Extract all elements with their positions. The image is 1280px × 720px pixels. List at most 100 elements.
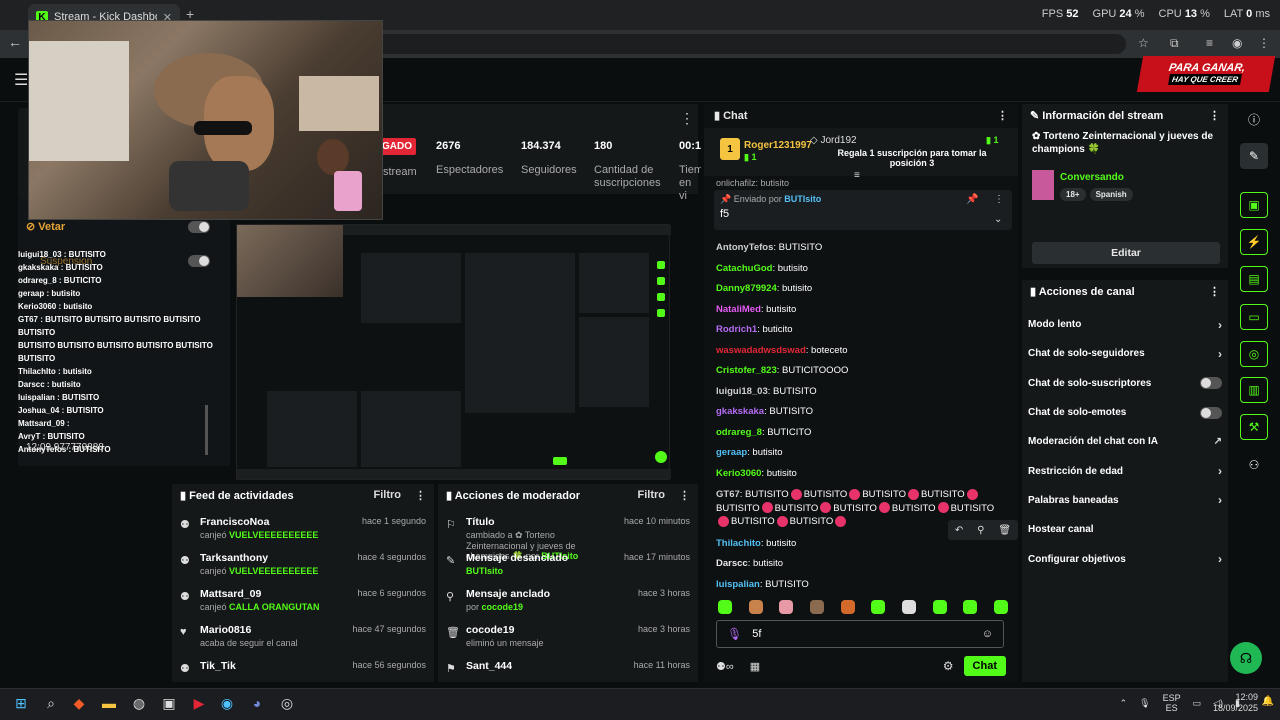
- activity-item[interactable]: ⚉ Mattsard_09 canjeó CALLA ORANGUTAN hace 6…: [172, 588, 434, 624]
- chat-more-icon[interactable]: ⋮: [997, 109, 1008, 122]
- channel-actions-more-icon[interactable]: ⋮: [1209, 285, 1220, 298]
- pin-message-icon[interactable]: ⚲: [977, 525, 984, 536]
- media-icon[interactable]: ≡: [1206, 36, 1213, 50]
- tray-expand-icon[interactable]: ⌃: [1120, 698, 1128, 709]
- app-icon[interactable]: ◎: [278, 694, 296, 712]
- pinned-expand-icon[interactable]: ⌄: [994, 214, 1002, 225]
- activity-item[interactable]: ⚉ Tik_Tik hace 56 segundos: [172, 660, 434, 682]
- delete-icon[interactable]: 🗑: [998, 525, 1011, 536]
- pin-icon[interactable]: 📌: [966, 194, 978, 205]
- top-gifter-2[interactable]: ◇ Jord192: [810, 135, 857, 146]
- emote-shortcut-icon[interactable]: [718, 600, 732, 614]
- notification-icon[interactable]: 🔔: [1262, 696, 1274, 707]
- chat-username[interactable]: waswadadwsdswad: [716, 345, 806, 356]
- activity-item[interactable]: ⚉ FranciscoNoa canjeó VUELVEEEEEEEEEE hace …: [172, 516, 434, 552]
- chat-input-value[interactable]: 5f: [752, 628, 972, 640]
- chat-tool-icon[interactable]: ▭: [1240, 304, 1268, 330]
- chat-message[interactable]: Cristofer_823: BUTICITOOOO: [716, 361, 1006, 382]
- info-icon[interactable]: ⓘ: [1240, 106, 1268, 132]
- wrench-tool-icon[interactable]: ⚒: [1240, 414, 1268, 440]
- chat-message[interactable]: AntonyTefos: BUTISITO: [716, 238, 1006, 259]
- microphone-icon[interactable]: 🎙: [727, 627, 742, 641]
- chat-username[interactable]: GT67: [716, 489, 740, 500]
- mod-action-item[interactable]: ⚑ Sant_444 hace 11 horas: [438, 660, 698, 682]
- chat-message[interactable]: odrareg_8: BUTICITO: [716, 423, 1006, 444]
- chat-message[interactable]: Darscc: butisito: [716, 554, 1006, 575]
- obs-icon[interactable]: ◍: [130, 694, 148, 712]
- chat-message[interactable]: Danny879924: butisito: [716, 279, 1006, 300]
- reply-icon[interactable]: ↶: [955, 525, 963, 536]
- emote-shortcut-icon[interactable]: [748, 600, 763, 614]
- chat-username[interactable]: Thilachito: [716, 538, 761, 549]
- mod-tools-icon[interactable]: ⚉∞: [716, 660, 734, 673]
- channel-action-4[interactable]: Moderación del chat con IA ↗: [1022, 427, 1228, 456]
- chat-message[interactable]: Kerio3060: butisito: [716, 464, 1006, 485]
- channel-action-7[interactable]: Hostear canal: [1022, 515, 1228, 544]
- chat-message[interactable]: NataliMed: butisito: [716, 300, 1006, 321]
- pinned-more-icon[interactable]: ⋮: [994, 194, 1004, 205]
- chat-username[interactable]: CatachuGod: [716, 263, 772, 274]
- chat-message[interactable]: CatachuGod: butisito: [716, 259, 1006, 280]
- emote-shortcut-icon[interactable]: [871, 600, 886, 614]
- browser-menu-icon[interactable]: ⋮: [1258, 36, 1270, 50]
- support-headset-button[interactable]: ☊: [1230, 642, 1262, 674]
- veto-toggle[interactable]: [188, 221, 210, 233]
- layout-tool-icon[interactable]: ▥: [1240, 377, 1268, 403]
- toggle-switch[interactable]: [1200, 406, 1222, 419]
- camera-tool-icon[interactable]: ▣: [1240, 192, 1268, 218]
- search-icon[interactable]: ⌕: [42, 694, 60, 712]
- emote-shortcut-icon[interactable]: [932, 600, 947, 614]
- chat-username[interactable]: AntonyTefos: [716, 242, 773, 253]
- extensions-icon[interactable]: ⧉: [1170, 36, 1179, 51]
- chat-settings-icon[interactable]: ⚙: [943, 659, 954, 673]
- send-chat-button[interactable]: Chat: [963, 656, 1006, 676]
- chat-message[interactable]: luispalian: BUTISITO: [716, 575, 1006, 596]
- channel-action-0[interactable]: Modo lento ›: [1022, 310, 1228, 339]
- chat-message[interactable]: waswadadwsdswad: boteceto: [716, 341, 1006, 362]
- chat-username[interactable]: Darscc: [716, 558, 748, 569]
- toggle-switch[interactable]: [1200, 377, 1222, 390]
- language-indicator[interactable]: ESP ES: [1163, 693, 1181, 713]
- bookmark-star-icon[interactable]: ☆: [1138, 36, 1149, 50]
- chat-username[interactable]: odrareg_8: [716, 427, 762, 438]
- mod-action-item[interactable]: ✎ Mensaje desanclado BUTIsito hace 17 minu…: [438, 552, 698, 588]
- chat-username[interactable]: gkakskaka: [716, 406, 764, 417]
- channel-action-3[interactable]: Chat de solo-emotes: [1022, 398, 1228, 427]
- top-gifter-1[interactable]: Roger1231997: [744, 140, 812, 151]
- chat-input[interactable]: 🎙 5f ☺: [716, 620, 1004, 648]
- overlay-scrollbar[interactable]: [205, 405, 208, 455]
- stream-info-more-icon[interactable]: ⋮: [1209, 109, 1220, 122]
- emote-shortcut-icon[interactable]: [779, 600, 794, 614]
- chat-username[interactable]: luispalian: [716, 579, 760, 590]
- mod-more-icon[interactable]: ⋮: [679, 489, 690, 502]
- edit-pencil-icon[interactable]: ✎: [1240, 143, 1268, 169]
- activity-item[interactable]: ♥ Mario0816 acaba de seguir el canal hace …: [172, 624, 434, 660]
- chrome-icon[interactable]: ◉: [218, 694, 236, 712]
- video-app-icon[interactable]: ▶: [190, 694, 208, 712]
- activity-filter-button[interactable]: Filtro: [374, 489, 402, 502]
- back-arrow-icon[interactable]: ←: [8, 34, 22, 50]
- profile-icon[interactable]: ◉: [1232, 36, 1242, 50]
- activity-item[interactable]: ⚉ Tarksanthony canjeó VUELVEEEEEEEEEE hace …: [172, 552, 434, 588]
- discord-icon[interactable]: ◕: [248, 694, 266, 712]
- chat-message[interactable]: gkakskaka: BUTISITO: [716, 402, 1006, 423]
- document-tool-icon[interactable]: ▤: [1240, 266, 1268, 292]
- windows-start-icon[interactable]: ⊞: [12, 694, 30, 712]
- collapse-icon[interactable]: ≡: [854, 170, 860, 181]
- chat-username[interactable]: Kerio3060: [716, 468, 761, 479]
- gift-prompt[interactable]: Regala 1 suscripción para tomar la posic…: [832, 148, 992, 168]
- chat-username[interactable]: Rodrich1: [716, 324, 757, 335]
- mod-action-item[interactable]: ⚲ Mensaje anclado por cocode19 hace 3 horas: [438, 588, 698, 624]
- file-explorer-icon[interactable]: ▬: [100, 694, 118, 712]
- emote-shortcut-icon[interactable]: [840, 600, 855, 614]
- chat-username[interactable]: luigui18_03: [716, 386, 768, 397]
- mod-action-item[interactable]: ⚐ Título cambiado a ✿ Torteno Zeinternacio…: [438, 516, 698, 561]
- channel-action-6[interactable]: Palabras baneadas ›: [1022, 486, 1228, 515]
- network-icon[interactable]: ▭: [1193, 698, 1202, 709]
- shop-icon[interactable]: ▦: [750, 660, 760, 673]
- add-widget-icon[interactable]: ⚇: [1240, 452, 1268, 478]
- chat-username[interactable]: Cristofer_823: [716, 365, 777, 376]
- mod-action-who[interactable]: cocode19: [482, 602, 524, 612]
- brave-icon[interactable]: ◆: [70, 694, 88, 712]
- chat-message[interactable]: luigui18_03: BUTISITO: [716, 382, 1006, 403]
